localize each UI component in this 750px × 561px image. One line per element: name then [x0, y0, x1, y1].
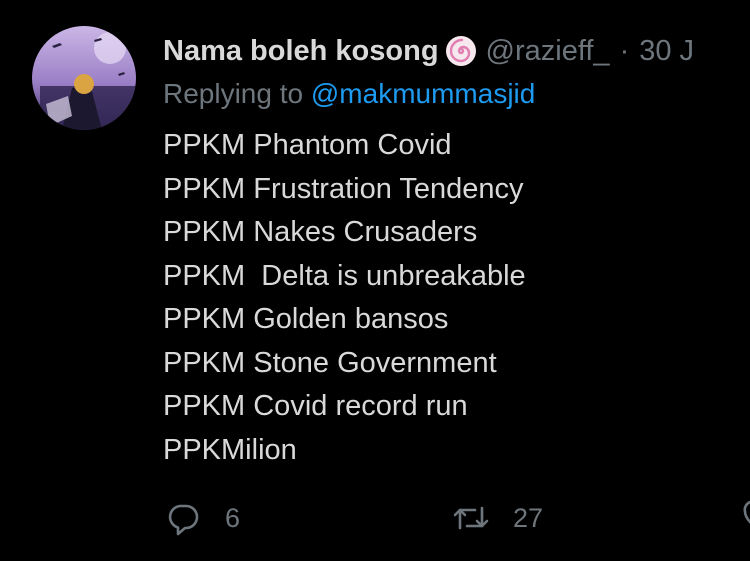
reply-icon [163, 498, 203, 538]
tweet-line: PPKMilion [163, 433, 297, 466]
display-name[interactable]: Nama boleh kosong [163, 35, 439, 68]
tweet-line: PPKM Stone Government [163, 346, 497, 379]
tweet-line: PPKM Phantom Covid [163, 129, 452, 161]
reply-context: Replying to @makmummasjid [163, 78, 535, 110]
tweet-actions: 6 27 [163, 496, 750, 540]
retweet-button[interactable]: 27 [451, 496, 543, 540]
reply-count: 6 [225, 502, 241, 533]
header-separator: · [619, 34, 630, 67]
reply-button[interactable]: 6 [163, 496, 240, 540]
tweet-line: PPKM Golden bansos [163, 303, 449, 335]
avatar[interactable] [32, 26, 136, 130]
like-button[interactable] [741, 496, 750, 540]
tweet-timestamp[interactable]: 30 J [639, 35, 694, 68]
retweet-count: 27 [513, 502, 544, 533]
tweet-line: PPKM Covid record run [163, 390, 468, 422]
avatar-image [32, 26, 136, 130]
like-icon [741, 498, 750, 538]
tweet[interactable]: Nama boleh kosong @razieff_ · 30 J Reply… [0, 0, 750, 561]
tweet-line: PPKM Nakes Crusaders [163, 216, 478, 248]
reply-prefix: Replying to [163, 78, 304, 109]
tweet-line: PPKM Delta is unbreakable [163, 259, 526, 292]
retweet-icon [451, 498, 491, 538]
tweet-line: PPKM Frustration Tendency [163, 172, 524, 205]
author-handle[interactable]: @razieff_ [486, 35, 610, 68]
tweet-text: PPKM Phantom Covid PPKM Frustration Tend… [163, 124, 526, 472]
spiral-swirl-icon [444, 34, 478, 68]
reply-mention-link[interactable]: @makmummasjid [311, 78, 535, 109]
tweet-header: Nama boleh kosong @razieff_ · 30 J [163, 28, 694, 74]
